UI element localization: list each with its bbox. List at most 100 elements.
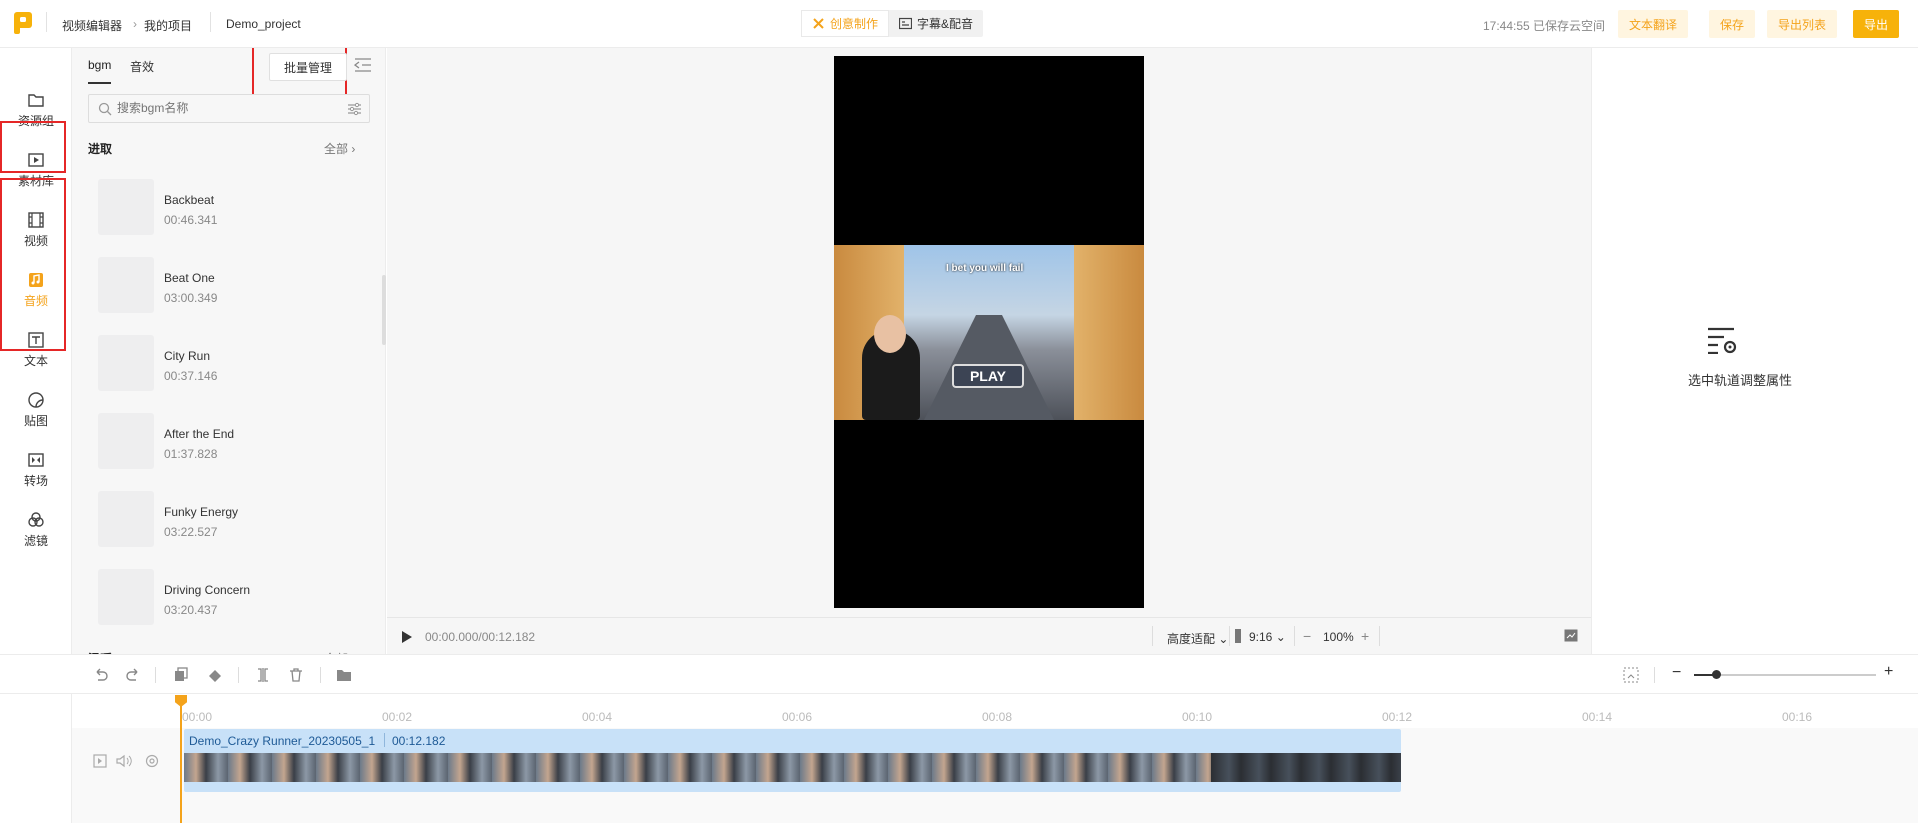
- paint-icon[interactable]: [207, 667, 223, 683]
- zoom-out-icon[interactable]: −: [1303, 628, 1311, 644]
- clip-name: Demo_Crazy Runner_20230505_1: [189, 734, 376, 748]
- timeline-zoom-handle[interactable]: [1712, 670, 1721, 679]
- track-item[interactable]: After the End 01:37.828: [98, 413, 358, 469]
- filter-settings-icon[interactable]: [347, 102, 362, 116]
- clip-thumbnail-dark-segment: [1211, 753, 1401, 782]
- fullscreen-icon[interactable]: [1564, 629, 1578, 642]
- rail-item-filter[interactable]: 滤镜: [0, 502, 72, 558]
- rail-label: 转场: [23, 474, 48, 488]
- track-thumbnail: [98, 413, 154, 469]
- app-logo-icon[interactable]: [14, 12, 32, 34]
- rail-item-sticker[interactable]: 贴图: [0, 382, 72, 438]
- properties-hint: 选中轨道调整属性: [1688, 373, 1793, 388]
- scissors-icon: [813, 18, 824, 29]
- breadcrumb-video-editor[interactable]: 视频编辑器: [62, 17, 122, 34]
- track-duration: 03:22.527: [164, 525, 218, 539]
- properties-panel: 选中轨道调整属性: [1591, 48, 1918, 654]
- header-divider: [46, 12, 47, 32]
- track-thumbnail: [98, 179, 154, 235]
- tick-label: 00:06: [782, 710, 813, 724]
- undo-icon[interactable]: [93, 667, 109, 683]
- transition-icon: [28, 453, 44, 467]
- playhead[interactable]: [180, 696, 182, 823]
- track-name: Driving Concern: [164, 583, 251, 597]
- playback-time: 00:00.000/00:12.182: [425, 630, 536, 644]
- save-status: 17:44:55 已保存云空间: [1483, 19, 1606, 33]
- timeline-zoom-out-icon[interactable]: −: [1672, 664, 1681, 682]
- timeline-zoom-slider[interactable]: [1694, 674, 1876, 676]
- clip-divider: [384, 733, 385, 747]
- copy-icon[interactable]: [173, 667, 189, 683]
- ratio-select[interactable]: 9:16 ⌄: [1249, 630, 1286, 644]
- fit-mode-value: 高度适配: [1167, 632, 1216, 646]
- play-icon[interactable]: [401, 630, 413, 644]
- person-face: [874, 315, 906, 353]
- breadcrumb-my-projects[interactable]: 我的项目: [144, 17, 192, 34]
- tick-label: 00:12: [1382, 710, 1413, 724]
- track-video-icon[interactable]: [93, 754, 107, 768]
- panel-scrollbar[interactable]: [382, 275, 386, 345]
- folder-open-icon[interactable]: [336, 667, 352, 683]
- rail-item-transition[interactable]: 转场: [0, 442, 72, 498]
- save-button[interactable]: 保存: [1709, 10, 1756, 38]
- track-volume-icon[interactable]: [116, 754, 132, 768]
- section-all-label: 全部: [324, 142, 349, 156]
- fit-mode-select[interactable]: 高度适配 ⌄: [1167, 630, 1228, 647]
- track-item[interactable]: Backbeat 00:46.341: [98, 179, 358, 235]
- building-right: [1074, 245, 1144, 420]
- track-header-column: [0, 694, 72, 823]
- track-duration: 01:37.828: [164, 447, 218, 461]
- collapse-panel-icon[interactable]: [354, 58, 372, 72]
- track-thumbnail: [98, 491, 154, 547]
- redo-icon[interactable]: [125, 667, 141, 683]
- tab-sound-effects[interactable]: 音效: [130, 58, 154, 84]
- toolbar-divider: [238, 667, 239, 683]
- playback-controls: 00:00.000/00:12.182 高度适配 ⌄ 9:16 ⌄ − 100%…: [387, 617, 1591, 654]
- batch-manage-button[interactable]: 批量管理: [269, 53, 347, 81]
- toolbar-divider: [320, 667, 321, 683]
- tick-label: 00:04: [582, 710, 613, 724]
- track-settings-icon: [1708, 327, 1737, 354]
- rail-label: 滤镜: [23, 534, 48, 548]
- track-name: Funky Energy: [164, 505, 239, 519]
- zoom-in-icon[interactable]: +: [1361, 628, 1369, 644]
- track-name: Backbeat: [164, 193, 215, 207]
- highlight-box-rail-group: [0, 178, 66, 351]
- timeline-ruler[interactable]: 00:00 00:02 00:04 00:06 00:08 00:10 00:1…: [72, 694, 1918, 728]
- track-duration: 00:37.146: [164, 369, 218, 383]
- track-settings-gear-icon[interactable]: [145, 754, 159, 768]
- section-all-link[interactable]: 全部 ›: [324, 140, 355, 157]
- timeline-zoom-in-icon[interactable]: +: [1884, 663, 1893, 681]
- ratio-icon: [1235, 629, 1241, 643]
- subtitle-icon: [899, 17, 913, 30]
- fit-timeline-icon[interactable]: [1623, 667, 1639, 683]
- tab-creative[interactable]: 创意制作: [801, 10, 890, 37]
- sticker-icon: [28, 392, 44, 408]
- video-player[interactable]: I bet you will fail PLAY: [834, 56, 1144, 608]
- track-item[interactable]: Driving Concern 03:20.437: [98, 569, 358, 625]
- export-list-button[interactable]: 导出列表: [1767, 10, 1838, 38]
- track-thumbnail: [98, 569, 154, 625]
- track-item[interactable]: City Run 00:37.146: [98, 335, 358, 391]
- tab-subtitle-dubbing[interactable]: 字幕&配音: [889, 10, 983, 37]
- split-icon[interactable]: [255, 667, 271, 683]
- control-divider: [1379, 626, 1380, 646]
- project-name[interactable]: Demo_project: [226, 17, 301, 31]
- section-title: 进取: [88, 142, 113, 156]
- tick-label: 00:16: [1782, 710, 1813, 724]
- track-duration: 03:00.349: [164, 291, 218, 305]
- search-icon: [98, 102, 112, 116]
- delete-icon[interactable]: [288, 667, 304, 683]
- search-input[interactable]: [117, 101, 337, 115]
- export-button[interactable]: 导出: [1853, 10, 1900, 38]
- track-item[interactable]: Beat One 03:00.349: [98, 257, 358, 313]
- highlight-box-media-library: [0, 121, 66, 173]
- header-divider: [210, 12, 211, 32]
- control-divider: [1294, 626, 1295, 646]
- track-item[interactable]: Funky Energy 03:22.527: [98, 491, 358, 547]
- bgm-panel: bgm 音效 批量管理 进取 全部 › Backbeat 00:46.341 B…: [72, 48, 386, 654]
- track-duration: 03:20.437: [164, 603, 218, 617]
- translate-button[interactable]: 文本翻译: [1618, 10, 1689, 38]
- tab-bgm[interactable]: bgm: [88, 58, 112, 84]
- tick-label: 00:14: [1582, 710, 1613, 724]
